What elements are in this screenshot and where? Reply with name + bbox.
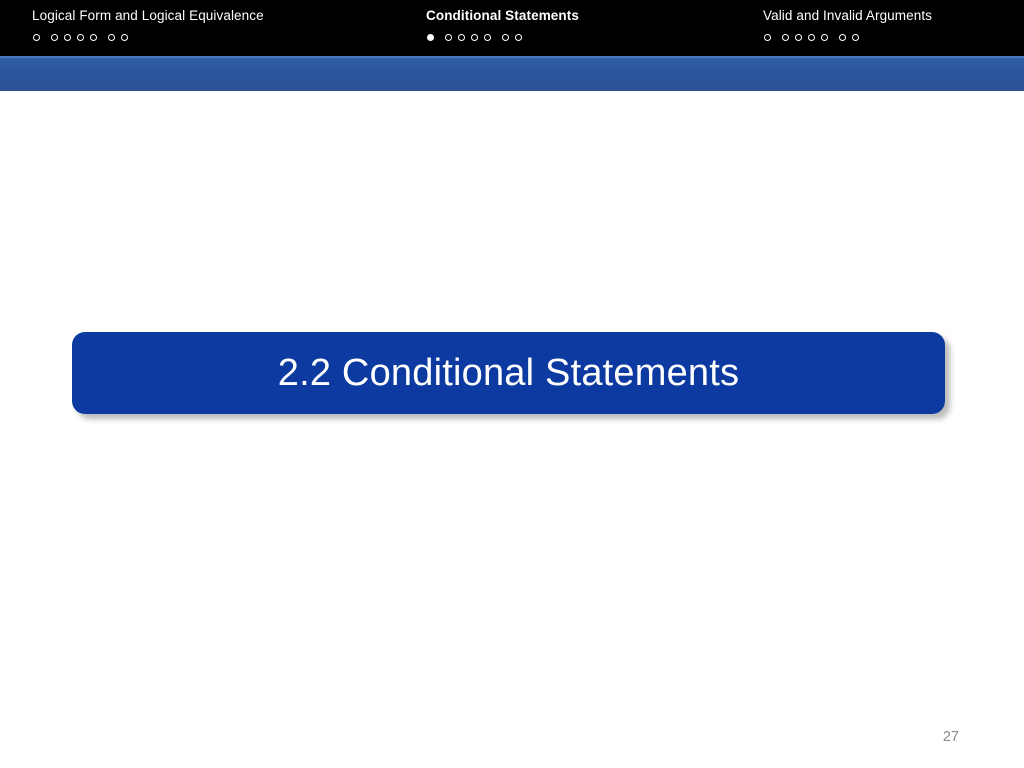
nav-section-progress-dots <box>33 32 264 44</box>
progress-dot[interactable] <box>821 34 828 41</box>
nav-section-title: Logical Form and Logical Equivalence <box>32 8 264 23</box>
progress-dot[interactable] <box>77 34 84 41</box>
slide-content-area: 2.2 Conditional Statements <box>0 91 1024 768</box>
nav-section-valid-invalid-arguments[interactable]: Valid and Invalid Arguments <box>763 0 932 56</box>
progress-dot[interactable] <box>795 34 802 41</box>
progress-dot[interactable] <box>808 34 815 41</box>
page-number: 27 <box>942 729 959 745</box>
slide-root: Logical Form and Logical Equivalence Con… <box>0 0 1024 768</box>
progress-dot[interactable] <box>782 34 789 41</box>
progress-dot[interactable] <box>764 34 771 41</box>
progress-dot[interactable] <box>51 34 58 41</box>
progress-dot[interactable] <box>852 34 859 41</box>
progress-dot[interactable] <box>502 34 509 41</box>
progress-dot[interactable] <box>484 34 491 41</box>
nav-section-conditional-statements[interactable]: Conditional Statements <box>426 0 579 56</box>
nav-section-progress-dots <box>764 32 932 44</box>
progress-dot-current[interactable] <box>427 34 434 41</box>
progress-dot[interactable] <box>471 34 478 41</box>
progress-dot[interactable] <box>121 34 128 41</box>
page-title: 2.2 Conditional Statements <box>277 352 740 394</box>
slide-title-plate: 2.2 Conditional Statements <box>72 332 945 414</box>
header-accent-bar <box>0 56 1024 91</box>
progress-dot[interactable] <box>64 34 71 41</box>
nav-section-logical-form[interactable]: Logical Form and Logical Equivalence <box>32 0 264 56</box>
nav-section-title-active: Conditional Statements <box>426 8 579 23</box>
nav-section-title: Valid and Invalid Arguments <box>763 8 933 23</box>
progress-dot[interactable] <box>445 34 452 41</box>
progress-dot[interactable] <box>33 34 40 41</box>
progress-dot[interactable] <box>515 34 522 41</box>
progress-dot[interactable] <box>90 34 97 41</box>
slide-navigation-bar: Logical Form and Logical Equivalence Con… <box>0 0 1024 56</box>
progress-dot[interactable] <box>108 34 115 41</box>
nav-section-progress-dots <box>427 32 579 44</box>
progress-dot[interactable] <box>839 34 846 41</box>
progress-dot[interactable] <box>458 34 465 41</box>
